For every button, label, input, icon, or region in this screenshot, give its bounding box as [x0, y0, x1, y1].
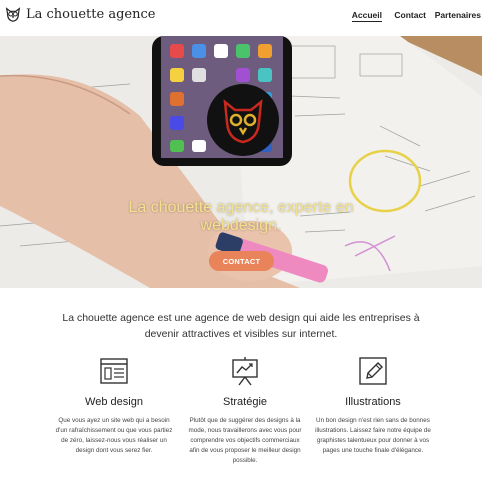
feature-title: Web design — [85, 396, 143, 408]
brand[interactable]: La chouette agence — [4, 4, 155, 24]
nav-item-contact[interactable]: Contact — [394, 10, 426, 20]
browser-window-icon — [100, 358, 128, 384]
hero-banner: La chouette agence, experte en webdesign… — [0, 36, 482, 288]
nav-item-accueil[interactable]: Accueil — [351, 10, 382, 22]
feature-description: Plutôt que de suggérer des designs à la … — [188, 417, 302, 464]
pen-drawing-icon — [359, 357, 387, 385]
nav-item-partenaires[interactable]: Partenaires — [435, 10, 481, 20]
feature-strategie: Stratégie Plutôt que de suggérer des des… — [185, 356, 305, 466]
hero-title-line-1: La chouette agence, experte en — [128, 199, 354, 216]
contact-button[interactable]: CONTACT — [209, 251, 274, 271]
hero-title: La chouette agence, experte en webdesign… — [0, 199, 482, 235]
feature-title: Illustrations — [345, 396, 401, 408]
feature-web-design: Web design Que vous ayez un site web qui… — [54, 356, 174, 456]
feature-description: Que vous ayez un site web qui a besoin d… — [55, 417, 173, 454]
intro-text: La chouette agence est une agence de web… — [62, 312, 420, 340]
feature-description: Un bon design n'est rien sans de bonnes … — [315, 417, 431, 454]
feature-illustrations: Illustrations Un bon design n'est rien s… — [313, 356, 433, 456]
brand-name: La chouette agence — [26, 6, 156, 22]
site-header: La chouette agence Accueil Contact Parte… — [0, 0, 482, 30]
owl-logo-icon — [5, 7, 21, 22]
chart-presentation-icon — [232, 357, 258, 386]
feature-title: Stratégie — [222, 396, 268, 408]
hero-title-line-2: webdesign. — [200, 217, 282, 234]
